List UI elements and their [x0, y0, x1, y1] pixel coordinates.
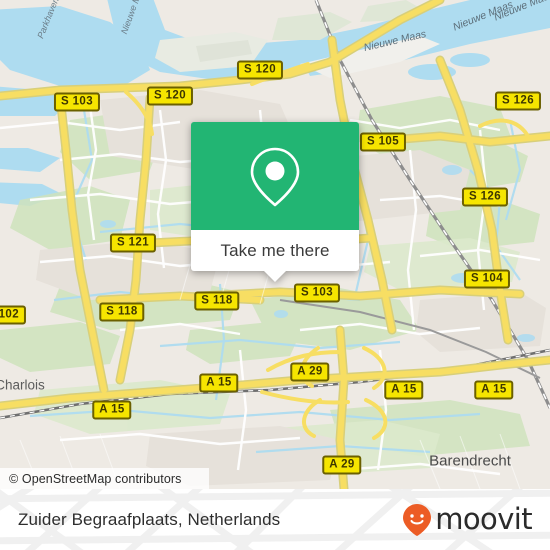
road-shield: S 102 [0, 305, 27, 325]
moovit-map-page: S 120 S 120 S 103 S 126 S 105 S 126 S 121 S 104… [0, 0, 550, 550]
attribution-text: © OpenStreetMap contributors [9, 471, 182, 486]
road-shield: S 105 [359, 132, 407, 152]
map-attribution: © OpenStreetMap contributors [0, 468, 209, 489]
road-shield: A 29 [290, 362, 330, 382]
location-popup-card[interactable]: Take me there [191, 122, 359, 282]
moovit-pin-smiley-icon [403, 503, 432, 536]
map-pin-icon [250, 147, 300, 207]
road-shield: A 15 [384, 380, 424, 400]
road-shield: S 120 [146, 86, 194, 106]
road-shield: S 103 [53, 92, 101, 112]
road-shield: S 104 [463, 269, 511, 289]
road-shield: A 15 [199, 373, 239, 393]
road-shield: S 118 [194, 291, 240, 311]
moovit-logo[interactable]: moovit [401, 502, 533, 537]
road-shield: A 15 [474, 380, 514, 400]
map-place-label: Charlois [0, 377, 45, 393]
take-me-there-button[interactable]: Take me there [191, 230, 359, 271]
location-title: Zuider Begraafplaats, Netherlands [18, 509, 281, 529]
page-footer: Zuider Begraafplaats, Netherlands moovit [0, 489, 550, 550]
popup-pointer-tail [264, 271, 286, 282]
road-shield: S 103 [293, 283, 341, 303]
road-shield: S 121 [109, 233, 157, 253]
take-me-there-label: Take me there [220, 240, 330, 260]
footer-content: Zuider Begraafplaats, Netherlands moovit [0, 489, 550, 550]
road-shield: A 15 [92, 400, 132, 420]
popup-icon-area [191, 122, 359, 230]
road-shield: S 120 [236, 60, 284, 80]
road-shield: S 118 [99, 302, 145, 322]
moovit-wordmark: moovit [435, 502, 532, 536]
map-place-label: Barendrecht [429, 452, 511, 470]
road-shield: S 126 [461, 187, 509, 207]
road-shield: S 126 [494, 91, 542, 111]
road-shield: A 29 [322, 455, 362, 475]
